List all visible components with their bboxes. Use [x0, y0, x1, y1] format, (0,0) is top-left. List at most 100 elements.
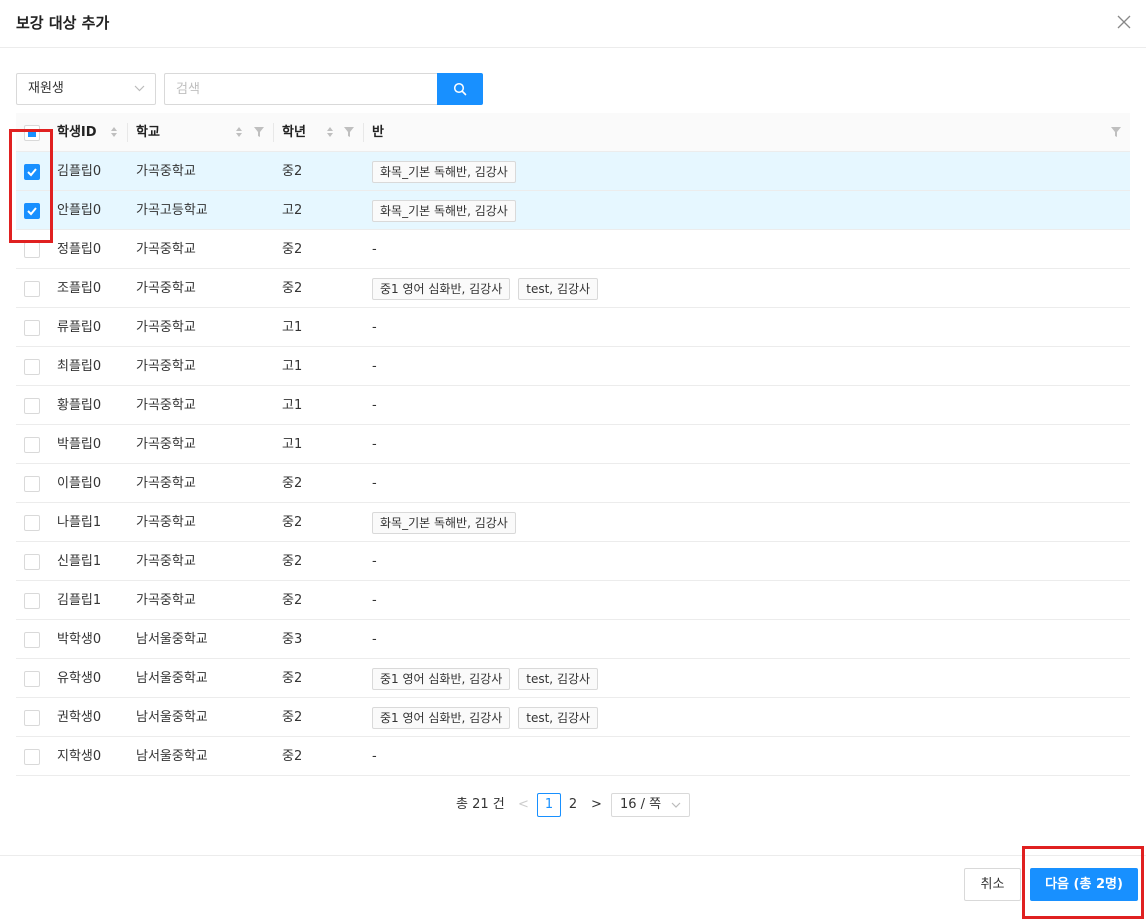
row-checkbox[interactable] — [24, 320, 40, 336]
sort-icon[interactable] — [326, 125, 334, 139]
class-tag: 화목_기본 독해반, 김강사 — [372, 511, 516, 534]
table-row[interactable]: 김플립1 가곡중학교 중2 - — [16, 581, 1130, 620]
class-tag: 화목_기본 독해반, 김강사 — [372, 160, 516, 183]
sort-icon[interactable] — [110, 125, 118, 139]
empty-class-dash: - — [372, 593, 377, 608]
column-header-grade[interactable]: 학년 — [282, 113, 306, 152]
row-checkbox[interactable] — [24, 554, 40, 570]
grade-cell: 중2 — [282, 281, 303, 296]
search-input[interactable] — [164, 73, 438, 105]
grade-cell: 고1 — [282, 359, 303, 374]
table-row[interactable]: 안플립0 가곡고등학교 고2 화목_기본 독해반, 김강사 — [16, 191, 1130, 230]
school-cell: 가곡중학교 — [136, 242, 196, 257]
class-cell: 화목_기본 독해반, 김강사 — [372, 191, 524, 230]
student-id-cell: 지학생0 — [57, 749, 102, 764]
student-id-cell: 조플립0 — [57, 281, 102, 296]
class-tag: 중1 영어 심화반, 김강사 — [372, 277, 511, 300]
class-cell: - — [372, 230, 377, 269]
modal-title: 보강 대상 추가 — [16, 14, 110, 32]
table-row[interactable]: 박플립0 가곡중학교 고1 - — [16, 425, 1130, 464]
filter-icon[interactable] — [1111, 126, 1121, 138]
student-id-cell: 황플립0 — [57, 398, 102, 413]
row-checkbox[interactable] — [24, 164, 40, 180]
chevron-down-icon — [134, 74, 145, 116]
row-checkbox[interactable] — [24, 710, 40, 726]
row-checkbox[interactable] — [24, 398, 40, 414]
student-id-cell: 이플립0 — [57, 476, 102, 491]
table-row[interactable]: 정플립0 가곡중학교 중2 - — [16, 230, 1130, 269]
school-cell: 가곡중학교 — [136, 398, 196, 413]
column-header-school[interactable]: 학교 — [136, 113, 160, 152]
status-filter-select[interactable]: 재원생 — [16, 73, 156, 105]
row-checkbox[interactable] — [24, 593, 40, 609]
table-row[interactable]: 신플립1 가곡중학교 중2 - — [16, 542, 1130, 581]
school-cell: 가곡중학교 — [136, 320, 196, 335]
row-checkbox[interactable] — [24, 671, 40, 687]
table-row[interactable]: 박학생0 남서울중학교 중3 - — [16, 620, 1130, 659]
row-checkbox[interactable] — [24, 437, 40, 453]
filter-icon[interactable] — [254, 126, 264, 138]
table-row[interactable]: 류플립0 가곡중학교 고1 - — [16, 308, 1130, 347]
school-cell: 남서울중학교 — [136, 710, 208, 725]
empty-class-dash: - — [372, 320, 377, 335]
chevron-down-icon — [671, 794, 681, 825]
class-cell: 화목_기본 독해반, 김강사 — [372, 503, 524, 542]
table-row[interactable]: 나플립1 가곡중학교 중2 화목_기본 독해반, 김강사 — [16, 503, 1130, 542]
checkmark-icon — [27, 207, 37, 216]
table-row[interactable]: 유학생0 남서울중학교 중2 중1 영어 심화반, 김강사 test, 김강사 — [16, 659, 1130, 698]
class-cell: - — [372, 542, 377, 581]
school-cell: 가곡중학교 — [136, 476, 196, 491]
sort-icon[interactable] — [235, 125, 243, 139]
next-page-button[interactable]: > — [591, 793, 602, 817]
row-checkbox[interactable] — [24, 749, 40, 765]
row-checkbox[interactable] — [24, 203, 40, 219]
row-checkbox[interactable] — [24, 281, 40, 297]
select-all-checkbox[interactable] — [24, 125, 40, 141]
table-row[interactable]: 조플립0 가곡중학교 중2 중1 영어 심화반, 김강사 test, 김강사 — [16, 269, 1130, 308]
class-tag: test, 김강사 — [518, 667, 599, 690]
grade-cell: 고1 — [282, 320, 303, 335]
close-icon[interactable] — [1114, 12, 1134, 32]
table-body: 김플립0 가곡중학교 중2 화목_기본 독해반, 김강사 안플립0 가곡고등학교 고2 화목_… — [16, 152, 1130, 776]
empty-class-dash: - — [372, 437, 377, 452]
table-row[interactable]: 황플립0 가곡중학교 고1 - — [16, 386, 1130, 425]
table-header: 학생ID 학교 학년 반 — [16, 113, 1130, 152]
next-button[interactable]: 다음 (총 2명) — [1030, 868, 1138, 901]
class-cell: - — [372, 425, 377, 464]
row-checkbox[interactable] — [24, 476, 40, 492]
school-cell: 가곡중학교 — [136, 281, 196, 296]
page-size-select[interactable]: 16 / 쪽 — [611, 793, 690, 817]
row-checkbox[interactable] — [24, 515, 40, 531]
page-2[interactable]: 2 — [561, 793, 585, 817]
table-row[interactable]: 이플립0 가곡중학교 중2 - — [16, 464, 1130, 503]
prev-page-button[interactable]: < — [518, 793, 529, 817]
column-header-student-id[interactable]: 학생ID — [57, 113, 97, 152]
grade-cell: 고1 — [282, 437, 303, 452]
grade-cell: 고1 — [282, 398, 303, 413]
modal-header: 보강 대상 추가 — [0, 0, 1146, 48]
row-checkbox[interactable] — [24, 632, 40, 648]
table-row[interactable]: 권학생0 남서울중학교 중2 중1 영어 심화반, 김강사 test, 김강사 — [16, 698, 1130, 737]
cancel-button[interactable]: 취소 — [964, 868, 1021, 901]
school-cell: 가곡중학교 — [136, 554, 196, 569]
table-row[interactable]: 최플립0 가곡중학교 고1 - — [16, 347, 1130, 386]
page-1[interactable]: 1 — [537, 793, 561, 817]
grade-cell: 중2 — [282, 476, 303, 491]
school-cell: 가곡중학교 — [136, 515, 196, 530]
table-row[interactable]: 지학생0 남서울중학교 중2 - — [16, 737, 1130, 776]
grade-cell: 중2 — [282, 593, 303, 608]
school-cell: 가곡중학교 — [136, 437, 196, 452]
checkmark-icon — [27, 168, 37, 177]
empty-class-dash: - — [372, 749, 377, 764]
student-id-cell: 신플립1 — [57, 554, 102, 569]
row-checkbox[interactable] — [24, 359, 40, 375]
grade-cell: 중2 — [282, 671, 303, 686]
column-header-class[interactable]: 반 — [372, 113, 384, 152]
search-button[interactable] — [437, 73, 483, 105]
class-cell: - — [372, 620, 377, 659]
row-checkbox[interactable] — [24, 242, 40, 258]
class-cell: - — [372, 581, 377, 620]
filter-icon[interactable] — [344, 126, 354, 138]
table-row[interactable]: 김플립0 가곡중학교 중2 화목_기본 독해반, 김강사 — [16, 152, 1130, 191]
student-id-cell: 김플립0 — [57, 164, 102, 179]
